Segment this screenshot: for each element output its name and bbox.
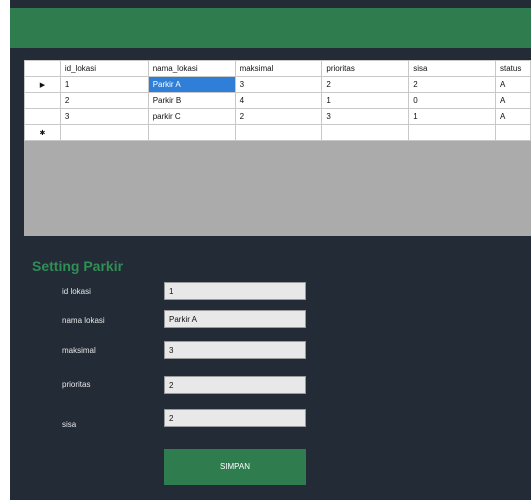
column-header-status[interactable]: status (494, 60, 531, 77)
save-button[interactable]: SIMPAN (164, 449, 306, 485)
table-cell[interactable]: A (494, 108, 531, 125)
table-row[interactable]: ▶ 1 Parkir A 3 2 2 A (24, 76, 531, 93)
maksimal-field[interactable] (164, 341, 306, 359)
table-row[interactable]: 3 parkir C 2 3 1 A (24, 108, 531, 125)
table-cell[interactable]: Parkir B (147, 92, 236, 109)
table-cell-empty[interactable] (494, 124, 531, 141)
table-row[interactable]: 2 Parkir B 4 1 0 A (24, 92, 531, 109)
table-cell[interactable]: 0 (408, 92, 496, 109)
table-cell[interactable]: 1 (408, 108, 496, 125)
column-header-sisa[interactable]: sisa (408, 60, 496, 77)
header-bar (10, 8, 531, 48)
id-lokasi-label: id lokasi (62, 287, 91, 296)
table-cell[interactable]: 2 (321, 76, 410, 93)
row-header-cell[interactable] (24, 108, 61, 125)
column-header-id-lokasi[interactable]: id_lokasi (59, 60, 149, 77)
data-grid: id_lokasi nama_lokasi maksimal prioritas… (24, 60, 531, 141)
sisa-label: sisa (62, 420, 77, 429)
table-cell[interactable]: parkir C (147, 108, 236, 125)
nama-lokasi-field[interactable] (164, 310, 306, 328)
nama-lokasi-label: nama lokasi (62, 316, 105, 325)
table-cell-empty[interactable] (408, 124, 496, 141)
current-row-indicator-icon[interactable]: ▶ (24, 76, 61, 93)
grid-corner-cell (24, 60, 61, 77)
table-cell[interactable]: 2 (408, 76, 496, 93)
column-header-prioritas[interactable]: prioritas (321, 60, 410, 77)
table-cell-empty[interactable] (147, 124, 236, 141)
prioritas-label: prioritas (62, 380, 91, 389)
table-cell[interactable]: 3 (321, 108, 410, 125)
sisa-field[interactable] (164, 409, 306, 427)
table-cell-selected[interactable]: Parkir A (147, 76, 236, 93)
column-header-maksimal[interactable]: maksimal (234, 60, 323, 77)
grid-header-row: id_lokasi nama_lokasi maksimal prioritas… (24, 60, 531, 77)
table-cell[interactable]: 2 (234, 108, 323, 125)
app-window: id_lokasi nama_lokasi maksimal prioritas… (10, 0, 531, 500)
maksimal-label: maksimal (62, 346, 96, 355)
table-cell-empty[interactable] (234, 124, 323, 141)
column-header-nama-lokasi[interactable]: nama_lokasi (147, 60, 236, 77)
table-cell-empty[interactable] (321, 124, 410, 141)
table-cell[interactable]: A (494, 92, 531, 109)
new-row[interactable]: ✱ (24, 124, 531, 141)
row-header-cell[interactable] (24, 92, 61, 109)
table-cell[interactable]: 4 (234, 92, 323, 109)
table-cell[interactable]: 2 (59, 92, 149, 109)
prioritas-field[interactable] (164, 376, 306, 394)
table-cell[interactable]: 1 (59, 76, 149, 93)
table-cell[interactable]: A (494, 76, 531, 93)
table-cell[interactable]: 1 (321, 92, 410, 109)
id-lokasi-field[interactable] (164, 282, 306, 300)
table-cell-empty[interactable] (59, 124, 149, 141)
new-row-indicator-icon[interactable]: ✱ (24, 124, 61, 141)
data-grid-area: id_lokasi nama_lokasi maksimal prioritas… (24, 60, 531, 236)
table-cell[interactable]: 3 (234, 76, 323, 93)
table-cell[interactable]: 3 (59, 108, 149, 125)
section-title: Setting Parkir (32, 258, 124, 274)
